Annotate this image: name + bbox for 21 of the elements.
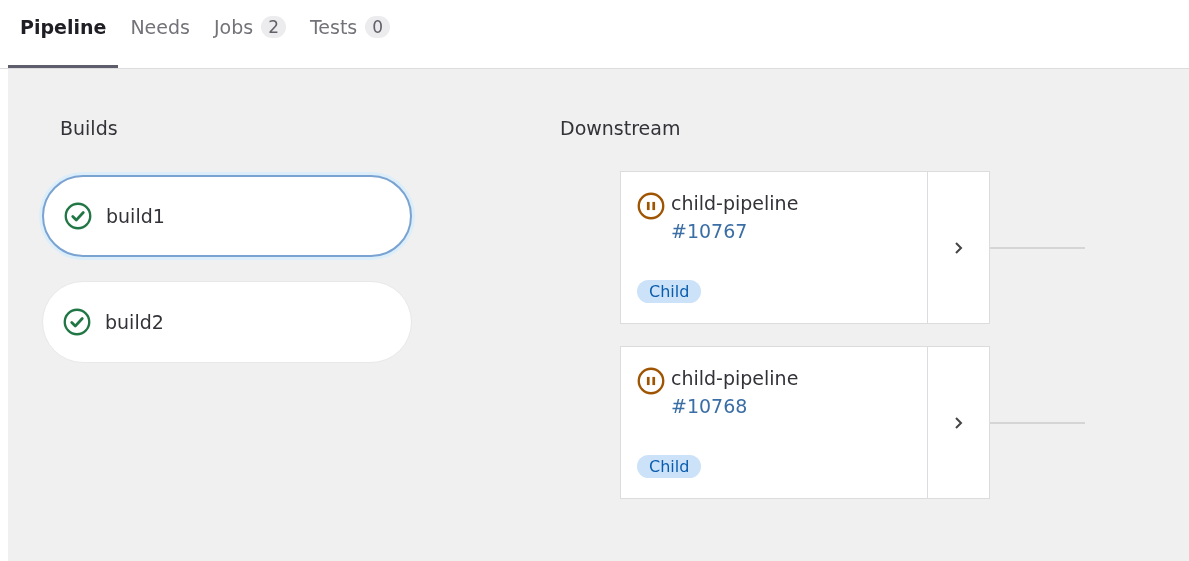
- pipeline-name: child-pipeline: [671, 367, 799, 389]
- tag-badge: Child: [637, 455, 702, 478]
- job-pill[interactable]: build1: [42, 175, 412, 257]
- job-pill[interactable]: build2: [42, 281, 412, 363]
- tag-badge: Child: [637, 280, 702, 303]
- check-circle-icon: [64, 202, 92, 230]
- tab[interactable]: Jobs 2: [201, 10, 298, 68]
- stage-title: Builds: [60, 117, 119, 139]
- check-circle-icon: [63, 308, 91, 336]
- chevron-right-icon: [952, 239, 965, 256]
- stage-title: Downstream: [560, 117, 682, 139]
- count-badge: 2: [261, 16, 286, 38]
- tab[interactable]: Needs: [118, 10, 202, 68]
- pause-circle-icon: [637, 367, 665, 395]
- pause-circle-icon: [637, 192, 665, 220]
- pipeline-link[interactable]: #10767: [671, 220, 799, 242]
- count-badge: 0: [365, 16, 391, 38]
- pipeline-name: child-pipeline: [671, 192, 799, 214]
- pipeline-link[interactable]: #10768: [671, 395, 799, 417]
- chevron-right-icon: [952, 414, 965, 431]
- tab[interactable]: Tests 0: [297, 10, 403, 68]
